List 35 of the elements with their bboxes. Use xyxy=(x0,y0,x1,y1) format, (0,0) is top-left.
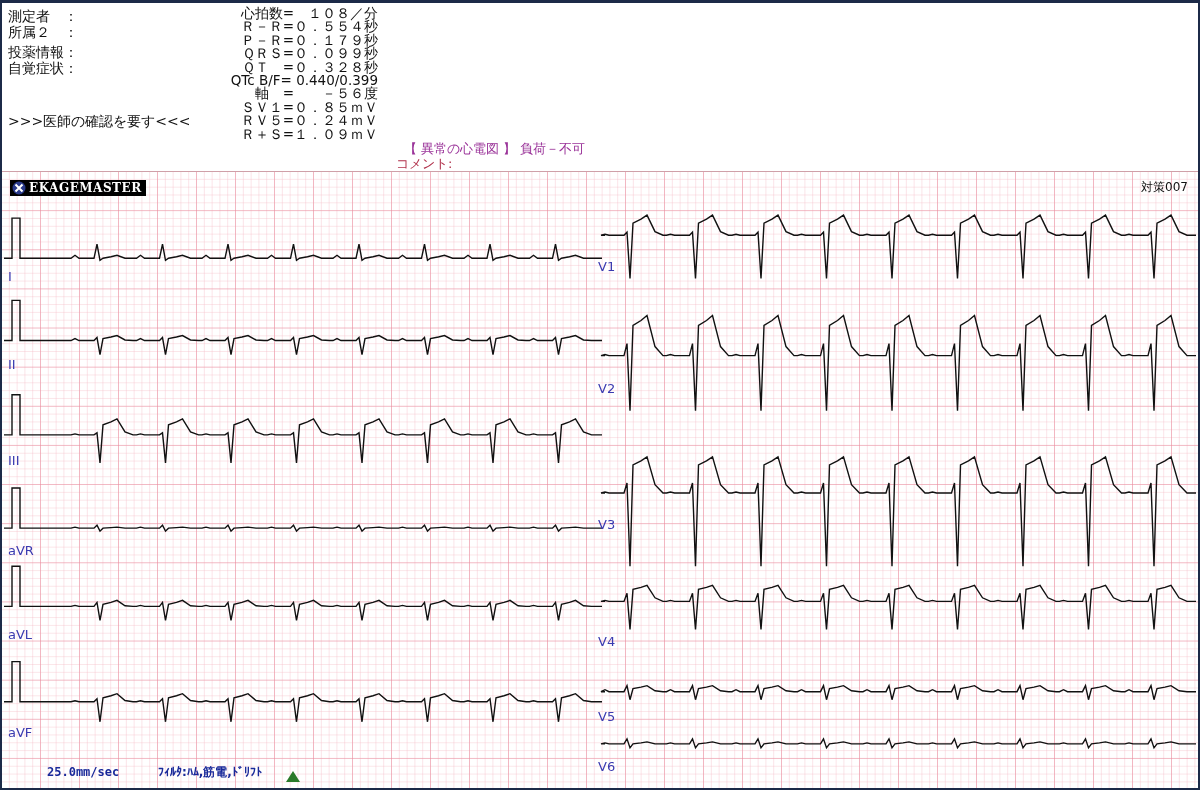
measurement: Ｒ－Ｒ=０．５５４秒 xyxy=(239,20,378,34)
x-mark-icon xyxy=(12,181,26,195)
lead-label: aVL xyxy=(8,628,33,642)
field-label: 測定者 ： xyxy=(8,8,79,24)
measurement: Ｐ－Ｒ=０．１７９秒 xyxy=(239,33,378,48)
measurement: 軸 = －５６度 xyxy=(254,87,378,101)
lead-label: I xyxy=(8,270,12,284)
measurement: ＱＲＳ=０．０９９秒 xyxy=(240,47,378,61)
record-tag: 対策007 xyxy=(1141,180,1188,194)
warning-text: >>>医師の確認を要す<<< xyxy=(8,113,192,129)
lead-label: V5 xyxy=(598,710,616,724)
filter-settings: ﾌｨﾙﾀ:ﾊﾑ,筋電,ﾄﾞﾘﾌﾄ xyxy=(158,765,262,779)
triangle-marker-icon xyxy=(286,771,300,782)
lead-label: II xyxy=(8,358,16,372)
measurement: ＳＶ１=０．８５ｍＶ xyxy=(239,100,378,115)
comment-label: コメント: xyxy=(396,156,454,171)
field-label: 所属２ ： xyxy=(8,24,79,40)
field-label: 投薬情報： xyxy=(8,44,79,60)
measurement: ＱＴ =０．３２８秒 xyxy=(240,60,378,75)
lead-label: aVF xyxy=(8,726,33,740)
lead-label: aVR xyxy=(8,544,34,558)
measurement: Ｒ＋Ｓ=１．０９ｍＶ xyxy=(239,127,378,142)
lead-label: V2 xyxy=(598,382,616,396)
lead-label: V3 xyxy=(598,518,616,532)
lead-label: V6 xyxy=(598,760,616,774)
lead-label: III xyxy=(8,454,20,468)
measurement: 心拍数= １０８／分 xyxy=(239,7,378,21)
lead-label: V1 xyxy=(598,260,616,274)
diagnosis-text: 【 異常の心電図 】 負荷－不可 xyxy=(404,141,586,156)
field-label: 自覚症状： xyxy=(8,60,79,76)
measurement: ＲＶ５=０．２４ｍＶ xyxy=(239,114,378,128)
paper-speed: 25.0mm/sec xyxy=(47,765,120,779)
lead-label: V4 xyxy=(598,635,616,649)
measurement: QTc B/F= 0.440/0.399 xyxy=(229,74,378,88)
logo-text: EKAGEMASTER xyxy=(29,181,142,195)
